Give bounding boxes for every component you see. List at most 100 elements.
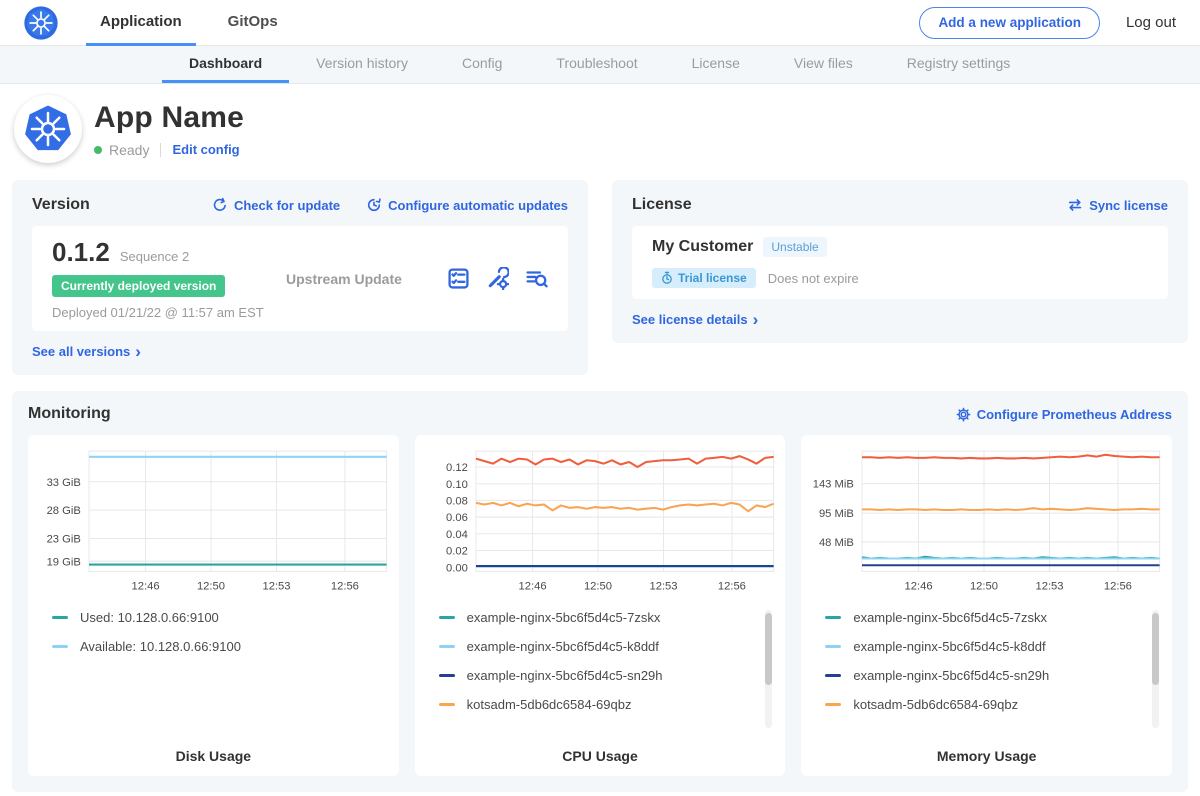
summary-cards-row: Version Check for update Configure au [0,174,1200,375]
legend-swatch [825,674,841,677]
legend-swatch [825,645,841,648]
legend-label: example-nginx-5bc6f5d4c5-7zskx [467,610,661,625]
tab-license[interactable]: License [665,46,767,83]
y-tick-label: 33 GiB [47,477,81,489]
legend-swatch [439,616,455,619]
sync-license-label: Sync license [1089,198,1168,213]
edit-config-link[interactable]: Edit config [172,142,239,157]
y-tick-label: 19 GiB [47,556,81,568]
x-tick-label: 12:56 [1104,581,1132,593]
add-new-application-button[interactable]: Add a new application [919,7,1100,39]
legend-swatch [825,703,841,706]
tab-application[interactable]: Application [86,0,196,46]
series-line [476,456,774,467]
memory-usage-title: Memory Usage [809,748,1164,764]
log-out-link[interactable]: Log out [1126,14,1176,31]
version-number: 0.1.2 [52,237,110,268]
tab-dashboard[interactable]: Dashboard [162,46,289,83]
y-tick-label: 0.02 [446,546,468,558]
trial-license-badge: Trial license [652,268,756,288]
see-all-versions-link[interactable]: See all versions › [32,344,141,359]
legend-item[interactable]: example-nginx-5bc6f5d4c5-7zskx [439,610,778,626]
current-version-box: 0.1.2 Sequence 2 Currently deployed vers… [32,226,568,331]
legend-label: example-nginx-5bc6f5d4c5-sn29h [853,668,1049,683]
tab-version-history[interactable]: Version history [289,46,435,83]
chevron-right-icon: › [135,346,141,358]
tab-config[interactable]: Config [435,46,529,83]
tab-troubleshoot[interactable]: Troubleshoot [529,46,664,83]
x-tick-label: 12:50 [584,581,612,593]
check-for-update-link[interactable]: Check for update [212,197,340,213]
legend-label: kotsadm-5db6dc6584-69qbz [467,697,632,712]
legend-item[interactable]: example-nginx-5bc6f5d4c5-7zskx [825,610,1164,626]
x-tick-label: 12:46 [905,581,933,593]
view-diff-files-icon[interactable] [525,267,548,290]
kubernetes-logo-icon[interactable] [24,6,58,40]
disk-usage-card: 33 GiB28 GiB23 GiB19 GiB12:4612:5012:531… [28,435,399,776]
legend-item[interactable]: example-nginx-5bc6f5d4c5-k8ddf [439,639,778,655]
legend-label: example-nginx-5bc6f5d4c5-sn29h [467,668,663,683]
divider [160,143,161,157]
see-license-details-label: See license details [632,312,748,327]
legend-item[interactable]: example-nginx-5bc6f5d4c5-k8ddf [825,639,1164,655]
legend-label: Available: 10.128.0.66:9100 [80,639,241,654]
legend-item[interactable]: example-nginx-5bc6f5d4c5-sn29h [439,668,778,684]
configure-prometheus-link[interactable]: Configure Prometheus Address [956,407,1172,422]
config-wrench-icon[interactable] [486,267,509,290]
legend-swatch [439,645,455,648]
sync-license-link[interactable]: Sync license [1067,197,1168,213]
trial-license-label: Trial license [678,271,747,285]
legend-label: example-nginx-5bc6f5d4c5-k8ddf [853,639,1045,654]
preflight-checks-icon[interactable] [447,267,470,290]
legend-scrollbar[interactable] [1152,610,1159,728]
top-nav-tabs: Application GitOps [86,0,310,46]
plot-border [89,451,387,571]
legend-item[interactable]: Available: 10.128.0.66:9100 [52,639,391,655]
configure-prometheus-label: Configure Prometheus Address [977,407,1172,422]
cpu-usage-chart: 0.120.100.080.060.040.020.0012:4612:5012… [423,445,778,598]
y-tick-label: 0.04 [446,529,468,541]
tab-gitops[interactable]: GitOps [214,0,292,46]
status-badge: Ready [109,142,149,158]
legend-item[interactable]: kotsadm-5db6dc6584-69qbz [825,697,1164,713]
see-all-versions-label: See all versions [32,344,130,359]
cpu-usage-card: 0.120.100.080.060.040.020.0012:4612:5012… [415,435,786,776]
cpu-usage-title: CPU Usage [423,748,778,764]
legend-scrollbar[interactable] [765,610,772,728]
monitoring-section: Monitoring Configure Prometheus Address … [12,391,1188,792]
configure-automatic-updates-link[interactable]: Configure automatic updates [366,197,568,213]
tab-view-files[interactable]: View files [767,46,880,83]
deployed-timestamp: Deployed 01/21/22 @ 11:57 am EST [52,305,280,320]
version-source-label: Upstream Update [280,271,447,287]
license-card-title: License [632,196,692,214]
disk-usage-chart: 33 GiB28 GiB23 GiB19 GiB12:4612:5012:531… [36,445,391,598]
configure-automatic-updates-label: Configure automatic updates [388,198,568,213]
tab-registry-settings[interactable]: Registry settings [880,46,1037,83]
app-kubernetes-icon [14,95,82,163]
y-tick-label: 0.10 [446,479,468,491]
legend-swatch [52,616,68,619]
y-tick-label: 48 MiB [819,537,854,549]
top-nav: Application GitOps Add a new application… [0,0,1200,46]
check-for-update-label: Check for update [234,198,340,213]
legend-swatch [439,703,455,706]
gear-icon [956,407,971,422]
clock-refresh-icon [366,197,382,213]
legend-item[interactable]: Used: 10.128.0.66:9100 [52,610,391,626]
legend-swatch [825,616,841,619]
x-tick-label: 12:53 [649,581,677,593]
cpu-usage-legend: example-nginx-5bc6f5d4c5-7zskx example-ng… [423,610,778,734]
series-line [862,455,1160,459]
license-card: License Sync license My Customer Unstabl… [612,180,1188,343]
legend-item[interactable]: example-nginx-5bc6f5d4c5-sn29h [825,668,1164,684]
y-tick-label: 143 MiB [813,479,854,491]
status-dot [94,146,102,154]
legend-scrollbar-thumb[interactable] [1152,613,1159,685]
legend-item[interactable]: kotsadm-5db6dc6584-69qbz [439,697,778,713]
legend-scrollbar-thumb[interactable] [765,613,772,685]
see-license-details-link[interactable]: See license details › [632,312,758,327]
license-expiry: Does not expire [768,271,859,286]
legend-label: example-nginx-5bc6f5d4c5-7zskx [853,610,1047,625]
legend-label: kotsadm-5db6dc6584-69qbz [853,697,1018,712]
memory-usage-chart: 143 MiB95 MiB48 MiB12:4612:5012:5312:56 [809,445,1164,598]
